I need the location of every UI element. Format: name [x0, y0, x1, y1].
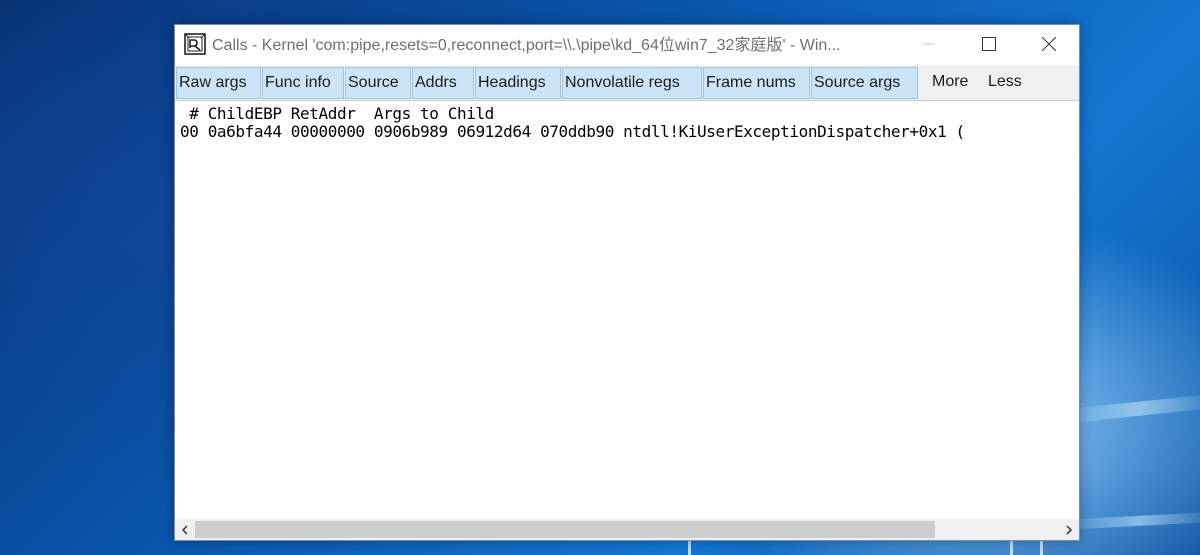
callstack-frame-row[interactable]: 00 0a6bfa44 00000000 0906b989 06912d64 0…	[180, 123, 965, 141]
frame-nums-button[interactable]: Frame nums	[703, 67, 810, 99]
func-info-button[interactable]: Func info	[262, 67, 344, 99]
title-bar[interactable]: Calls - Kernel 'com:pipe,resets=0,reconn…	[175, 25, 1079, 65]
source-button[interactable]: Source	[345, 67, 411, 99]
close-icon	[1042, 37, 1056, 51]
maximize-button[interactable]	[966, 25, 1012, 63]
callstack-text-area[interactable]: # ChildEBP RetAddr Args to Child 00 0a6b…	[175, 102, 1079, 519]
wallpaper-light-beam	[1059, 511, 1200, 530]
wallpaper-pane-edge	[1040, 541, 1043, 555]
less-button[interactable]: Less	[988, 67, 1022, 99]
more-button[interactable]: More	[932, 67, 968, 99]
window-title: Calls - Kernel 'com:pipe,resets=0,reconn…	[212, 37, 841, 54]
calls-window-icon	[184, 33, 206, 55]
calls-toolbar: Raw args Func info Source Addrs Headings…	[175, 65, 1079, 101]
horizontal-scrollbar[interactable]	[175, 519, 1079, 540]
wallpaper-light-beam	[1059, 393, 1200, 424]
chevron-right-icon	[1066, 524, 1073, 535]
addrs-button[interactable]: Addrs	[412, 67, 474, 99]
wallpaper-pane-edge	[688, 541, 691, 555]
minimize-icon	[923, 43, 935, 45]
wallpaper-pane-edge	[1010, 541, 1013, 555]
minimize-button[interactable]	[906, 25, 952, 63]
close-button[interactable]	[1026, 25, 1072, 63]
source-args-button[interactable]: Source args	[811, 67, 918, 99]
maximize-icon	[982, 37, 996, 51]
scroll-right-button[interactable]	[1059, 519, 1079, 540]
raw-args-button[interactable]: Raw args	[176, 67, 261, 99]
headings-button[interactable]: Headings	[475, 67, 561, 99]
callstack-header: # ChildEBP RetAddr Args to Child	[180, 104, 494, 123]
scrollbar-thumb[interactable]	[195, 521, 935, 538]
calls-window: Calls - Kernel 'com:pipe,resets=0,reconn…	[174, 24, 1080, 541]
scroll-left-button[interactable]	[175, 519, 195, 540]
chevron-left-icon	[181, 524, 188, 535]
nonvolatile-regs-button[interactable]: Nonvolatile regs	[562, 67, 702, 99]
